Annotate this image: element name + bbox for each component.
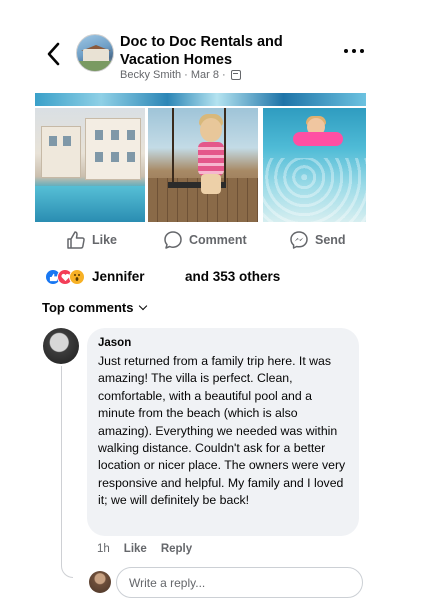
comment-time[interactable]: 1h — [97, 543, 110, 555]
current-user-avatar — [89, 571, 111, 593]
comment-like-link[interactable]: Like — [124, 543, 147, 555]
wow-reaction-icon — [69, 269, 85, 285]
chevron-down-icon — [138, 301, 147, 310]
send-button[interactable]: Send — [289, 230, 346, 250]
thumbs-up-icon — [67, 231, 85, 249]
comment-button[interactable]: Comment — [163, 230, 247, 250]
comment-bubble-icon — [164, 231, 182, 249]
reactions-summary[interactable]: Jennifer and 353 others — [45, 268, 280, 286]
comments-sort-label: Top comments — [42, 300, 134, 315]
more-options-icon[interactable] — [342, 46, 366, 56]
page-name[interactable]: Doc to Doc Rentals and Vacation Homes — [120, 33, 320, 69]
comment-reply-link[interactable]: Reply — [161, 543, 192, 555]
reactions-others-count[interactable]: and 353 others — [185, 269, 280, 284]
photo-child-swing[interactable] — [148, 108, 258, 222]
post-meta: Becky Smith · Mar 8 · — [120, 69, 241, 81]
comment-text: Just returned from a family trip here. I… — [98, 354, 346, 508]
reply-input[interactable] — [116, 567, 363, 598]
back-arrow-icon[interactable] — [44, 40, 64, 68]
post-date[interactable]: Mar 8 — [191, 69, 219, 81]
commenter-avatar[interactable] — [43, 328, 79, 364]
post-header: Doc to Doc Rentals and Vacation Homes Be… — [0, 0, 422, 92]
post-actions-bar: Like Comment Send — [0, 226, 422, 256]
comment-label: Comment — [189, 233, 247, 247]
meta-separator-2: · — [221, 69, 226, 81]
page-avatar[interactable] — [76, 34, 114, 72]
reactor-name[interactable]: Jennifer — [92, 269, 145, 284]
thread-connector-line — [61, 366, 73, 578]
comment-author[interactable]: Jason — [98, 337, 347, 351]
comments-sort-dropdown[interactable]: Top comments — [42, 300, 147, 315]
post-author[interactable]: Becky Smith — [120, 69, 181, 81]
like-button[interactable]: Like — [66, 230, 117, 250]
comment-bubble: Jason Just returned from a family trip h… — [87, 328, 359, 536]
comment-actions: 1h Like Reply — [97, 543, 192, 555]
photo-villa-pool[interactable] — [35, 108, 145, 222]
calendar-icon — [230, 70, 241, 80]
photo-child-water[interactable] — [263, 108, 366, 222]
send-label: Send — [315, 233, 346, 247]
photo-top-strip[interactable] — [35, 93, 366, 106]
meta-separator: · — [184, 69, 188, 81]
messenger-icon — [290, 231, 308, 249]
like-label: Like — [92, 233, 118, 247]
